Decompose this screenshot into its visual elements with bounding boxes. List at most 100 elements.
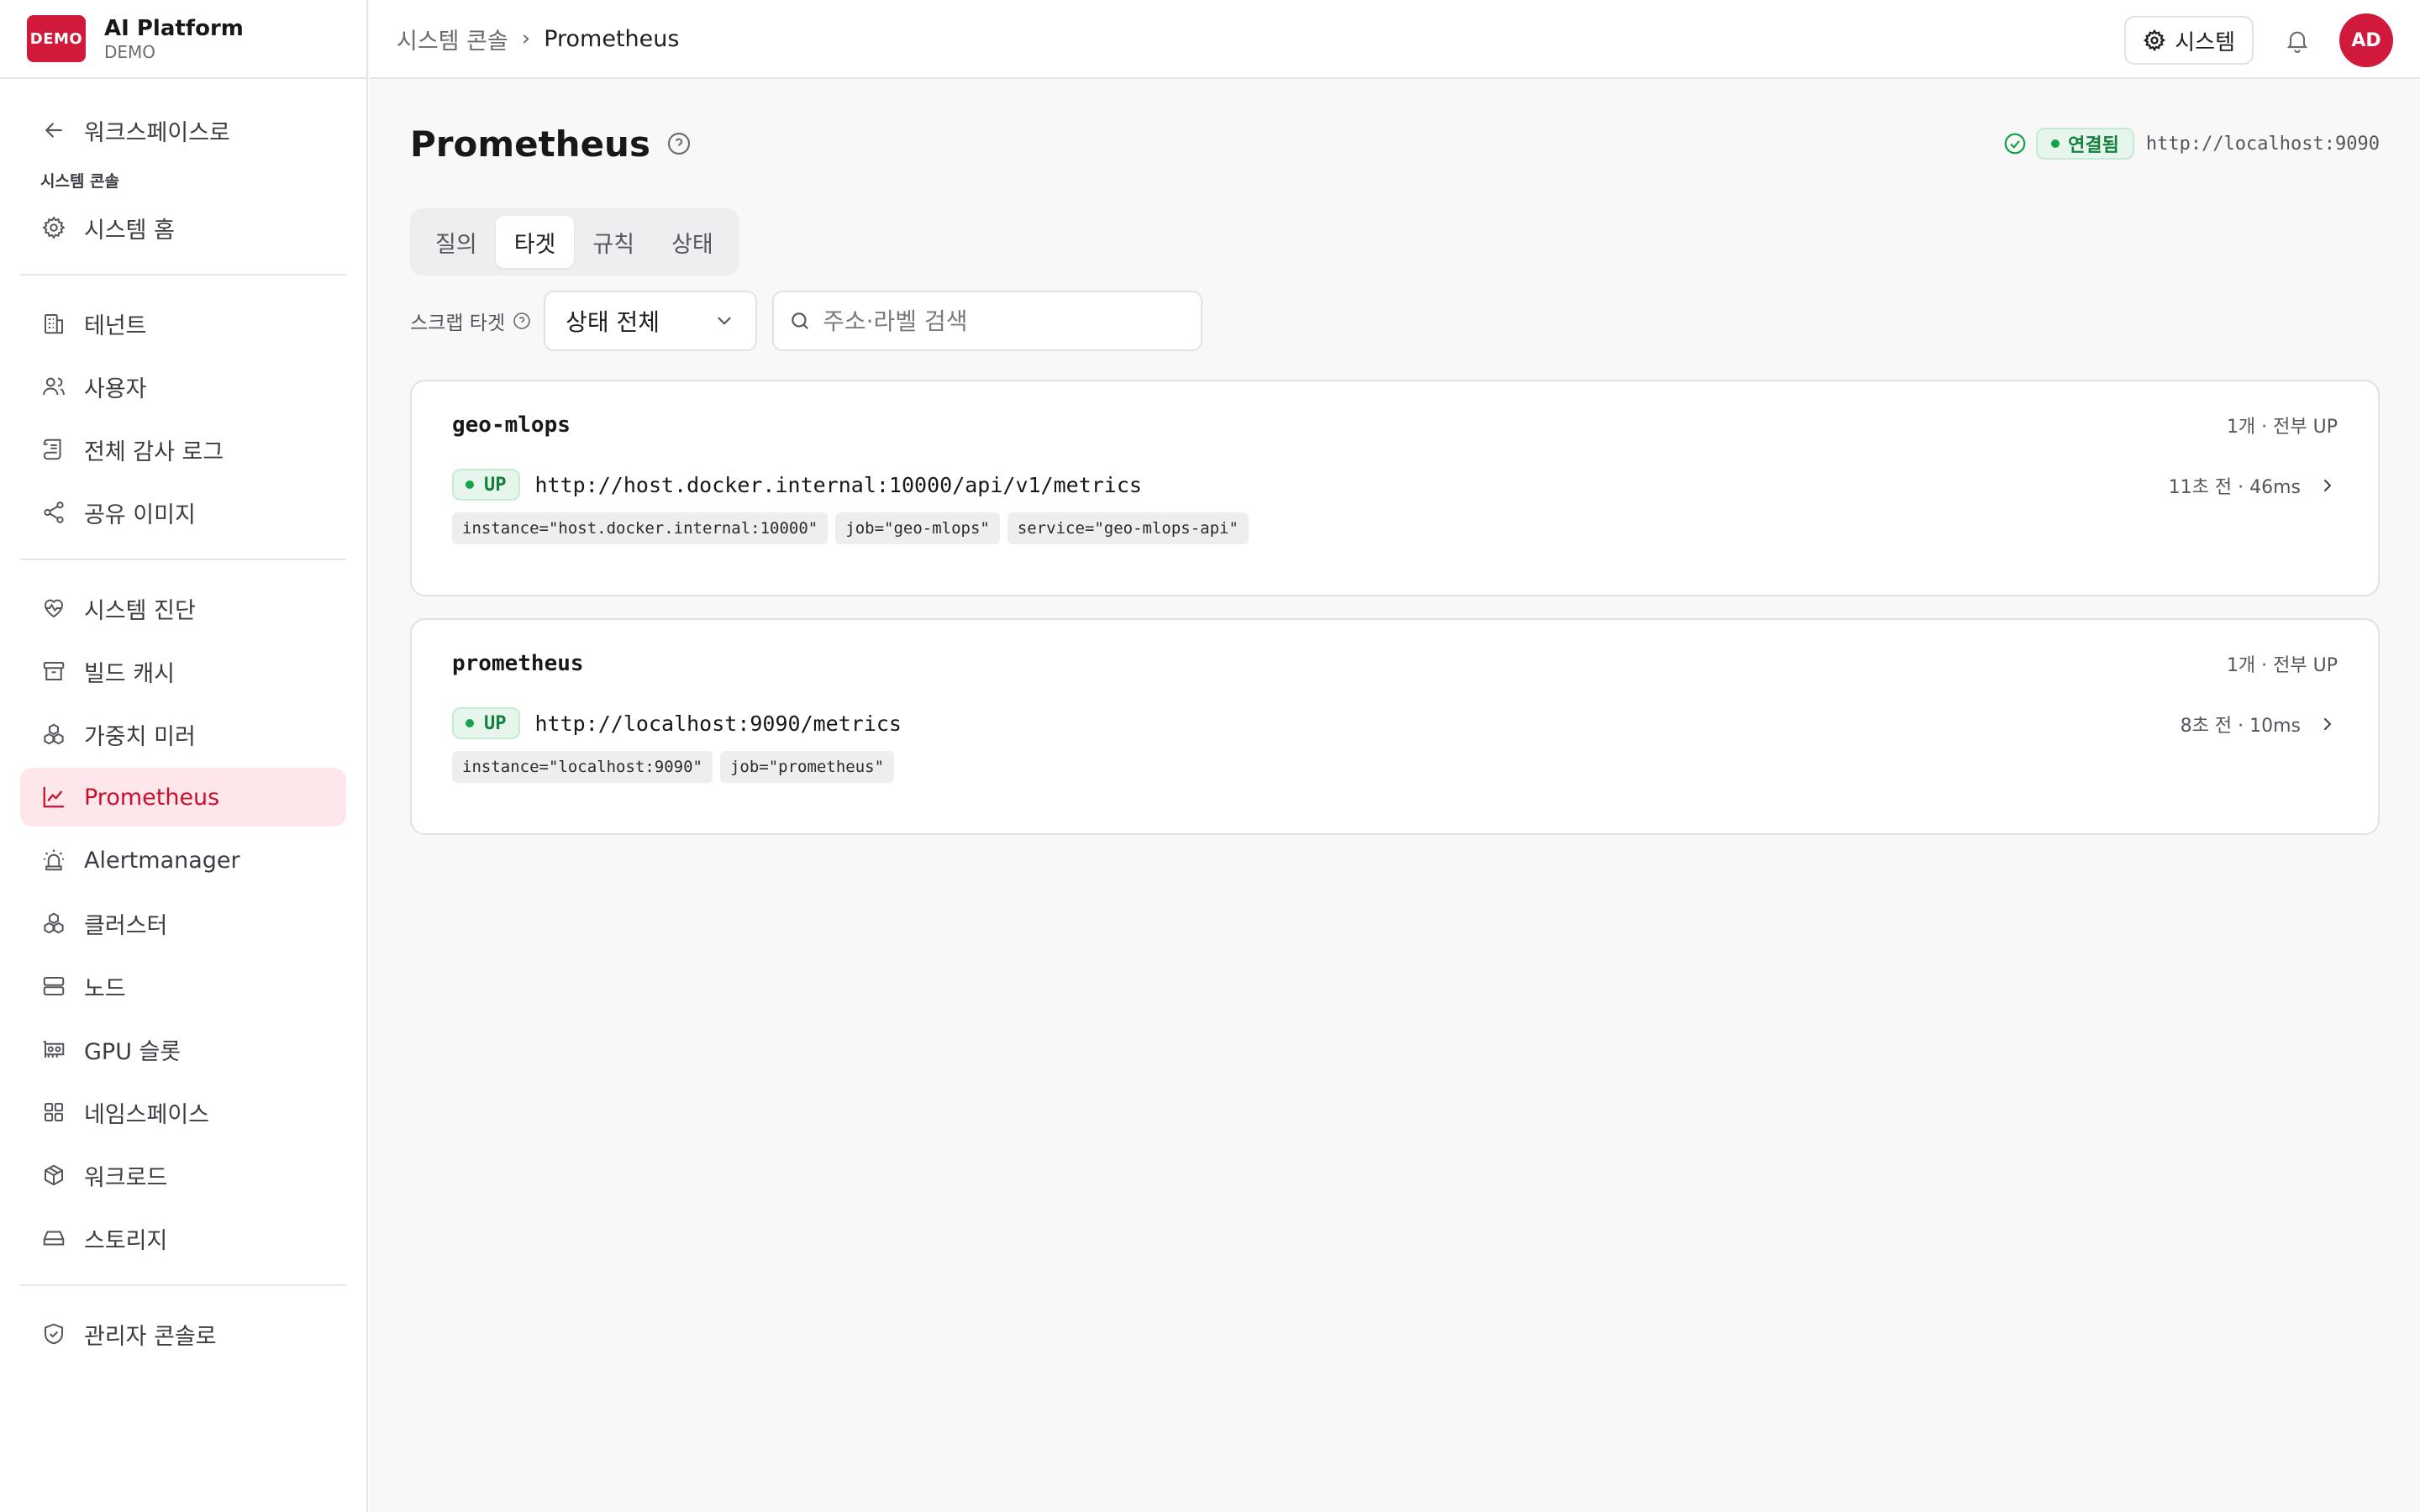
- sidebar-nav: 워크스페이스로 시스템 콘솔 시스템 홈 테넌트 사용자 전체 감사 로그 공유…: [0, 79, 366, 1363]
- sidebar-item-workloads[interactable]: 워크로드: [20, 1146, 346, 1205]
- connection-status: 연결됨 http://localhost:9090: [2002, 128, 2380, 160]
- label-list: instance="localhost:9090" job="prometheu…: [452, 751, 2338, 783]
- tab-targets[interactable]: 타겟: [495, 216, 575, 268]
- gear-icon: [2144, 29, 2166, 52]
- brand-logo: DEMO: [27, 15, 86, 62]
- sidebar-item-namespaces[interactable]: 네임스페이스: [20, 1083, 346, 1142]
- sidebar-item-shared-images[interactable]: 공유 이미지: [20, 483, 346, 542]
- sidebar-item-tenants[interactable]: 테넌트: [20, 294, 346, 353]
- connection-badge: 연결됨: [2036, 128, 2134, 160]
- system-button[interactable]: 시스템: [2124, 16, 2254, 65]
- sidebar-item-build-cache[interactable]: 빌드 캐시: [20, 642, 346, 701]
- topbar: 시스템 콘솔 › Prometheus 시스템 AD: [370, 0, 2420, 79]
- sidebar-item-nodes[interactable]: 노드: [20, 957, 346, 1016]
- target-meta: 8초 전 · 10ms: [2181, 711, 2338, 738]
- status-dot: [466, 719, 474, 727]
- status-badge: UP: [452, 707, 520, 739]
- nav-divider: [20, 274, 346, 276]
- tab-query[interactable]: 질의: [417, 216, 496, 268]
- breadcrumb: 시스템 콘솔 › Prometheus: [397, 23, 679, 55]
- chevron-right-icon[interactable]: [2317, 714, 2338, 734]
- sidebar-item-storage[interactable]: 스토리지: [20, 1209, 346, 1268]
- bell-icon[interactable]: [2281, 24, 2314, 57]
- gpu-icon: [40, 1036, 67, 1063]
- tab-rules[interactable]: 규칙: [574, 216, 653, 268]
- filter-label-text: 스크랩 타겟: [410, 312, 506, 334]
- sidebar-item-audit-log[interactable]: 전체 감사 로그: [20, 420, 346, 479]
- nav-section-title: 시스템 콘솔: [40, 172, 120, 191]
- search-input[interactable]: [823, 307, 1176, 335]
- shield-check-icon: [40, 1320, 67, 1347]
- target-row[interactable]: UP http://host.docker.internal:10000/api…: [452, 469, 2338, 501]
- sidebar-item-admin-console[interactable]: 관리자 콘솔로: [20, 1305, 346, 1363]
- sidebar-item-gpu-slots[interactable]: GPU 슬롯: [20, 1020, 346, 1079]
- users-icon: [40, 373, 67, 400]
- page-title: Prometheus: [410, 123, 650, 165]
- sidebar-item-label: 노드: [84, 975, 126, 1002]
- label-chip: instance="localhost:9090": [452, 751, 713, 783]
- label-chip: service="geo-mlops-api": [1007, 512, 1249, 544]
- connection-status-label: 연결됨: [2068, 135, 2119, 156]
- target-url: http://localhost:9090/metrics: [534, 711, 902, 736]
- sidebar-item-clusters[interactable]: 클러스터: [20, 894, 346, 953]
- brand-name: AI Platform: [104, 16, 244, 41]
- status-filter-select[interactable]: 상태 전체: [544, 291, 758, 351]
- building-icon: [40, 310, 67, 337]
- brand[interactable]: DEMO AI Platform DEMO: [0, 0, 366, 79]
- help-icon[interactable]: [666, 130, 692, 157]
- sidebar: DEMO AI Platform DEMO 워크스페이스로 시스템 콘솔 시스템…: [0, 0, 368, 1512]
- status-badge-label: UP: [484, 474, 507, 496]
- boxes-icon: [40, 721, 67, 748]
- label-chip: job="geo-mlops": [835, 512, 1000, 544]
- target-url: http://host.docker.internal:10000/api/v1…: [534, 472, 1142, 497]
- avatar[interactable]: AD: [2339, 13, 2393, 67]
- job-summary: 1개 · 전부 UP: [2226, 655, 2338, 676]
- sidebar-item-label: Alertmanager: [84, 847, 240, 874]
- status-dot: [2051, 139, 2060, 148]
- sidebar-item-alertmanager[interactable]: Alertmanager: [20, 831, 346, 890]
- search-box[interactable]: [772, 291, 1203, 351]
- target-meta-text: 11초 전 · 46ms: [2168, 477, 2301, 498]
- job-card: geo-mlops 1개 · 전부 UP UP http://host.dock…: [410, 380, 2380, 596]
- filter-label: 스크랩 타겟: [410, 307, 532, 335]
- sidebar-item-label: 네임스페이스: [84, 1101, 210, 1128]
- target-row[interactable]: UP http://localhost:9090/metrics 8초 전 · …: [452, 707, 2338, 739]
- target-meta: 11초 전 · 46ms: [2169, 472, 2338, 499]
- target-meta-text: 8초 전 · 10ms: [2180, 716, 2301, 737]
- breadcrumb-current: Prometheus: [544, 25, 680, 52]
- sidebar-item-system-home[interactable]: 시스템 홈: [20, 198, 346, 257]
- arrow-left-icon: [40, 117, 67, 144]
- main-content: Prometheus 연결됨 http://localhost:9090 질의 …: [370, 81, 2420, 1512]
- sidebar-item-weight-mirror[interactable]: 가중치 미러: [20, 705, 346, 764]
- archive-icon: [40, 658, 67, 685]
- server-icon: [40, 973, 67, 1000]
- system-button-label: 시스템: [2175, 29, 2235, 55]
- tab-status[interactable]: 상태: [653, 216, 732, 268]
- siren-icon: [40, 847, 67, 874]
- status-badge: UP: [452, 469, 520, 501]
- job-card: prometheus 1개 · 전부 UP UP http://localhos…: [410, 618, 2380, 835]
- check-circle-icon: [2002, 131, 2028, 156]
- brand-sub: DEMO: [104, 42, 156, 62]
- label-chip: instance="host.docker.internal:10000": [452, 512, 829, 544]
- package-icon: [40, 1162, 67, 1189]
- sidebar-item-label: 테넌트: [84, 312, 147, 339]
- sidebar-item-label: 스토리지: [84, 1227, 168, 1254]
- sidebar-item-label: 시스템 홈: [84, 217, 175, 244]
- chevron-right-icon[interactable]: [2317, 475, 2338, 496]
- connection-url: http://localhost:9090: [2145, 133, 2380, 155]
- back-to-workspace[interactable]: 워크스페이스로: [20, 101, 346, 160]
- sidebar-item-diagnostics[interactable]: 시스템 진단: [20, 579, 346, 638]
- boxes-icon: [40, 910, 67, 937]
- help-icon[interactable]: [512, 311, 532, 331]
- nav-divider: [20, 559, 346, 560]
- breadcrumb-parent[interactable]: 시스템 콘솔: [397, 23, 508, 55]
- sidebar-item-users[interactable]: 사용자: [20, 357, 346, 416]
- sidebar-item-label: 클러스터: [84, 912, 168, 939]
- line-chart-icon: [40, 784, 67, 811]
- status-badge-label: UP: [484, 712, 507, 734]
- scroll-icon: [40, 436, 67, 463]
- sidebar-item-label: 공유 이미지: [84, 501, 196, 528]
- sidebar-item-label: 사용자: [84, 375, 147, 402]
- sidebar-item-prometheus[interactable]: Prometheus: [20, 768, 346, 827]
